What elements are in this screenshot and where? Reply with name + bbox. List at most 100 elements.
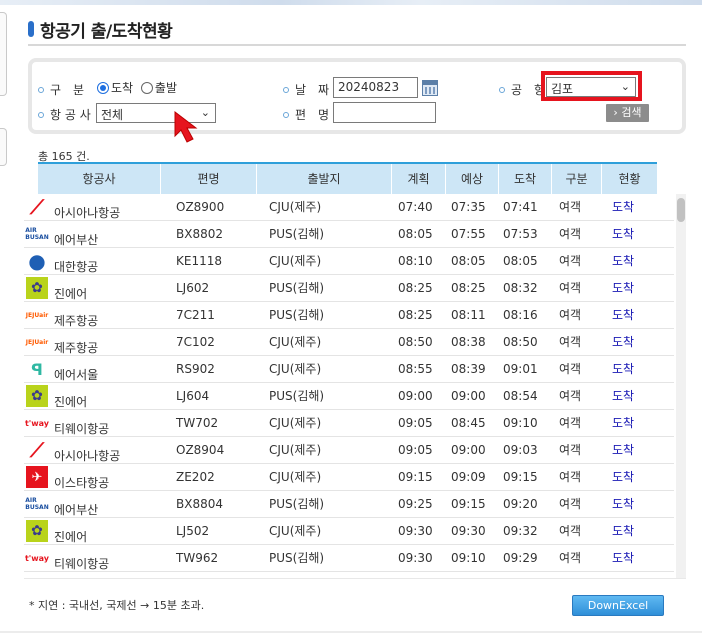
scroll-thumb[interactable] <box>677 198 685 222</box>
cell-origin: CJU(제주) <box>269 254 322 268</box>
tway-logo-icon: t'way <box>24 553 50 563</box>
cell-arrival: 09:29 <box>503 551 538 565</box>
cell-expected: 09:15 <box>451 497 486 511</box>
cell-status[interactable]: 도착 <box>612 248 634 275</box>
cell-origin: CJU(제주) <box>269 470 322 484</box>
cell-origin: CJU(제주) <box>269 362 322 376</box>
cell-expected: 09:10 <box>451 551 486 565</box>
table-row: AIR BUSAN 에어부산 BX8804 PUS(김해) 09:25 09:15 09:2… <box>24 491 674 518</box>
radio-arrival[interactable]: 도착 <box>97 81 133 95</box>
col-header-type: 구분 <box>552 164 602 194</box>
left-sidebar-edge <box>0 12 7 96</box>
cell-planned: 08:10 <box>398 254 433 268</box>
cell-arrival: 08:54 <box>503 389 538 403</box>
cell-arrival: 09:10 <box>503 416 538 430</box>
cell-flight: LJ604 <box>176 389 210 403</box>
cell-arrival: 08:32 <box>503 281 538 295</box>
delay-note: * 지연 : 국내선, 국제선 → 15분 초과. <box>29 599 205 612</box>
radio-departure[interactable]: 출발 <box>140 81 177 95</box>
cell-planned: 08:05 <box>398 227 433 241</box>
cell-status[interactable]: 도착 <box>612 437 634 464</box>
type-radio-group: 도착 출발 <box>97 79 177 96</box>
cell-status[interactable]: 도착 <box>612 275 634 302</box>
cell-arrival: 09:01 <box>503 362 538 376</box>
cell-type: 여객 <box>559 443 582 457</box>
cell-type: 여객 <box>559 470 582 484</box>
date-label: 날 짜 <box>283 81 329 98</box>
cell-planned: 09:30 <box>398 551 433 565</box>
koreanair-logo-icon: ● <box>28 249 46 273</box>
eastarjet-logo-icon: ✈ <box>26 466 48 488</box>
cell-status[interactable]: 도착 <box>612 356 634 383</box>
radio-unchecked-icon[interactable] <box>140 81 153 94</box>
cell-origin: PUS(김해) <box>269 281 325 295</box>
search-button[interactable]: › 검색 <box>606 104 649 122</box>
cell-planned: 08:25 <box>398 281 433 295</box>
cell-planned: 08:25 <box>398 308 433 322</box>
bottom-divider <box>0 631 702 633</box>
cell-flight: TW962 <box>176 551 219 565</box>
cell-status[interactable]: 도착 <box>612 221 634 248</box>
flight-input[interactable] <box>333 102 436 123</box>
cell-arrival: 08:05 <box>503 254 538 268</box>
cell-arrival: 09:15 <box>503 470 538 484</box>
cell-arrival: 09:32 <box>503 524 538 538</box>
cell-expected: 08:39 <box>451 362 486 376</box>
cell-flight: OZ8900 <box>176 200 225 214</box>
cell-planned: 09:05 <box>398 443 433 457</box>
cell-arrival: 09:03 <box>503 443 538 457</box>
table-row: ⟋ 아시아나항공 OZ8900 CJU(제주) 07:40 07:35 07:41 여객 도착 <box>24 194 674 221</box>
table-scrollbar[interactable] <box>676 194 686 578</box>
highlight-box <box>541 71 642 101</box>
date-input[interactable]: 20240823 <box>333 77 418 98</box>
airbusan-logo-icon: AIR BUSAN <box>25 497 49 511</box>
radio-checked-icon[interactable] <box>97 81 109 94</box>
cell-origin: CJU(제주) <box>269 524 322 538</box>
cell-arrival: 08:50 <box>503 335 538 349</box>
cell-status[interactable]: 도착 <box>612 545 634 572</box>
cell-origin: CJU(제주) <box>269 416 322 430</box>
cell-arrival: 07:41 <box>503 200 538 214</box>
cell-status[interactable]: 도착 <box>612 491 634 518</box>
download-excel-button[interactable]: DownExcel <box>572 595 664 616</box>
divider <box>24 578 686 579</box>
cell-type: 여객 <box>559 497 582 511</box>
cell-flight: LJ502 <box>176 524 210 538</box>
jejuair-logo-icon: JEJUair <box>25 311 49 319</box>
col-header-flight: 편명 <box>161 164 257 194</box>
cell-status[interactable]: 도착 <box>612 194 634 221</box>
cell-planned: 08:55 <box>398 362 433 376</box>
cell-expected: 09:00 <box>451 389 486 403</box>
cell-flight: RS902 <box>176 362 215 376</box>
cell-type: 여객 <box>559 281 582 295</box>
cell-origin: PUS(김해) <box>269 497 325 511</box>
cell-planned: 09:00 <box>398 389 433 403</box>
cell-planned: 09:25 <box>398 497 433 511</box>
airline-label: 항 공 사 <box>38 106 91 123</box>
cell-status[interactable]: 도착 <box>612 410 634 437</box>
cell-status[interactable]: 도착 <box>612 518 634 545</box>
tway-logo-icon: t'way <box>24 418 50 428</box>
cell-status[interactable]: 도착 <box>612 464 634 491</box>
calendar-icon[interactable] <box>422 80 438 96</box>
jinair-logo-icon: ✿ <box>26 277 48 299</box>
asiana-logo-icon: ⟋ <box>30 195 44 219</box>
cell-type: 여객 <box>559 308 582 322</box>
cell-status[interactable]: 도착 <box>612 329 634 356</box>
cell-origin: CJU(제주) <box>269 335 322 349</box>
red-arrow-icon <box>174 110 198 143</box>
cell-type: 여객 <box>559 524 582 538</box>
cell-type: 여객 <box>559 551 582 565</box>
table-row: ✿ 진에어 LJ602 PUS(김해) 08:25 08:25 08:32 여객 도착 <box>24 275 674 302</box>
cell-expected: 09:09 <box>451 470 486 484</box>
cell-expected: 08:38 <box>451 335 486 349</box>
type-label: 구 분 <box>38 81 84 98</box>
cell-origin: PUS(김해) <box>269 308 325 322</box>
cell-expected: 07:55 <box>451 227 486 241</box>
cell-status[interactable]: 도착 <box>612 302 634 329</box>
table-header: 항공사 편명 출발지 계획 예상 도착 구분 현황 <box>38 162 657 194</box>
cell-status[interactable]: 도착 <box>612 383 634 410</box>
title-bullet-icon <box>28 21 34 37</box>
table-row: ● 대한항공 KE1118 CJU(제주) 08:10 08:05 08:05 여객 도착 <box>24 248 674 275</box>
table-row: ⟋ 아시아나항공 OZ8904 CJU(제주) 09:05 09:00 09:03 여객 도착 <box>24 437 674 464</box>
